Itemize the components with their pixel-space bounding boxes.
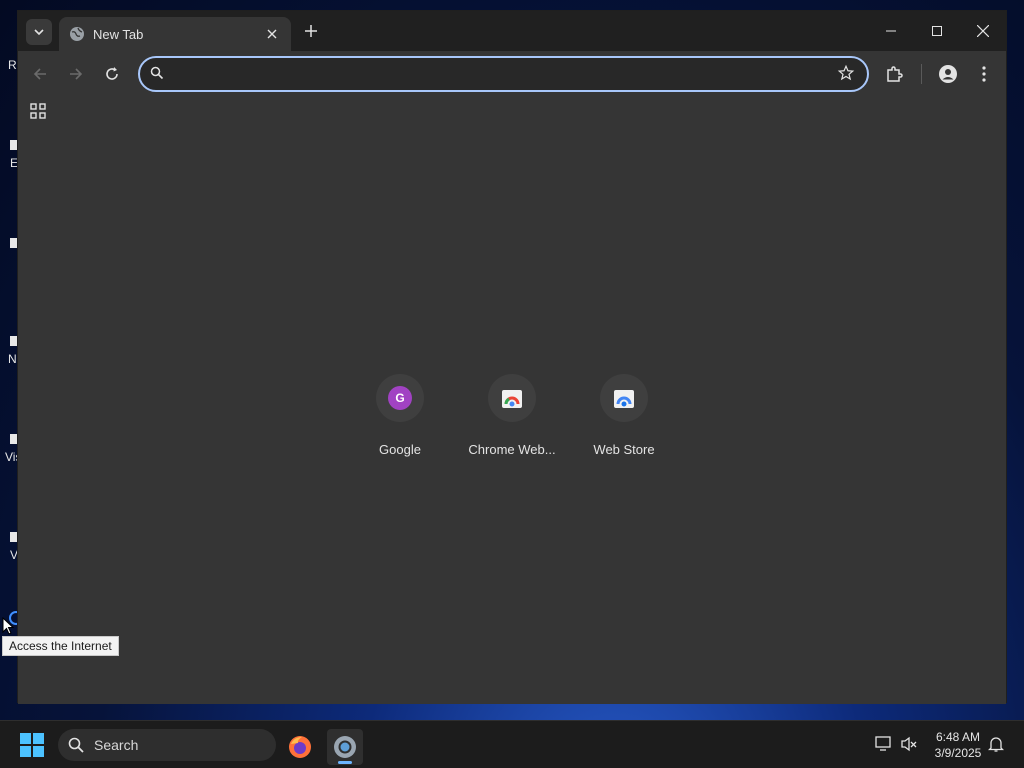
new-tab-page: G Google Chrome Web... Web Store [18, 129, 1006, 704]
profile-button[interactable] [934, 60, 962, 88]
chevron-down-icon [34, 29, 44, 36]
forward-button[interactable] [62, 60, 90, 88]
reload-icon [106, 67, 118, 80]
account-icon [939, 65, 957, 83]
taskbar-search[interactable]: Search [58, 729, 276, 761]
shortcut-tile: G [376, 374, 424, 422]
search-icon [68, 737, 84, 753]
search-icon [150, 66, 164, 80]
arrow-left-icon [33, 68, 46, 80]
back-button[interactable] [26, 60, 54, 88]
windows-start-icon[interactable] [20, 733, 44, 757]
taskbar: Search 6:48 AM 3/9/2025 [0, 720, 1024, 768]
maximize-icon [932, 26, 942, 36]
desktop-label-4[interactable]: N [8, 352, 17, 366]
chrome-web-store-icon [502, 390, 522, 408]
title-bar: New Tab [18, 11, 1006, 51]
taskbar-firefox[interactable] [282, 729, 318, 765]
close-tab-button[interactable] [263, 25, 281, 43]
active-indicator [338, 761, 352, 764]
taskbar-chrome[interactable] [327, 729, 363, 765]
arrow-right-icon [70, 68, 83, 80]
address-input[interactable] [174, 58, 814, 90]
tooltip: Access the Internet [2, 636, 119, 656]
notification-bell-icon[interactable] [988, 735, 1004, 753]
shortcut-tile [488, 374, 536, 422]
browser-toolbar [18, 51, 1006, 97]
plus-icon [305, 25, 317, 37]
shortcut-tile [600, 374, 648, 422]
clock-date: 3/9/2025 [934, 746, 982, 760]
speaker-muted-icon[interactable] [900, 735, 918, 753]
minimize-icon [886, 30, 896, 32]
chrome-icon [334, 736, 356, 758]
shortcut-label: Web Store [593, 442, 655, 457]
shortcut-google[interactable]: G Google [344, 374, 456, 457]
shortcut-chrome-web-store[interactable]: Chrome Web... [456, 374, 568, 457]
close-window-button[interactable] [960, 11, 1006, 51]
clock-time: 6:48 AM [935, 730, 981, 744]
close-icon [977, 25, 989, 37]
google-favicon-icon: G [388, 386, 412, 410]
firefox-icon [289, 736, 311, 758]
tab-title: New Tab [93, 26, 144, 42]
more-vert-icon [982, 66, 986, 82]
new-tab-button[interactable] [300, 20, 322, 42]
apps-grid-icon[interactable] [30, 103, 46, 119]
bookmarks-bar [18, 97, 1006, 129]
toolbar-divider [921, 64, 922, 84]
network-icon[interactable] [875, 735, 893, 753]
web-store-icon [614, 390, 634, 408]
bookmark-star-icon[interactable] [837, 64, 855, 82]
shortcut-label: Chrome Web... [468, 442, 556, 457]
reload-button[interactable] [98, 60, 126, 88]
shortcut-web-store[interactable]: Web Store [568, 374, 680, 457]
globe-icon [70, 27, 84, 41]
taskbar-clock[interactable]: 6:48 AM 3/9/2025 [928, 729, 988, 761]
desktop-label-1[interactable]: R [8, 58, 17, 72]
address-bar[interactable] [138, 56, 869, 92]
puzzle-icon [887, 66, 903, 82]
close-icon [267, 29, 277, 39]
minimize-button[interactable] [868, 11, 914, 51]
extensions-button[interactable] [880, 60, 908, 88]
menu-button[interactable] [970, 60, 998, 88]
shortcut-label: Google [379, 442, 421, 457]
taskbar-search-label: Search [94, 737, 139, 753]
browser-window: New Tab G Google Chrome Web... Web Store [17, 10, 1007, 704]
maximize-button[interactable] [914, 11, 960, 51]
tab-new-tab[interactable]: New Tab [59, 17, 291, 51]
tab-search-button[interactable] [26, 19, 52, 45]
mouse-cursor-icon [2, 617, 14, 635]
